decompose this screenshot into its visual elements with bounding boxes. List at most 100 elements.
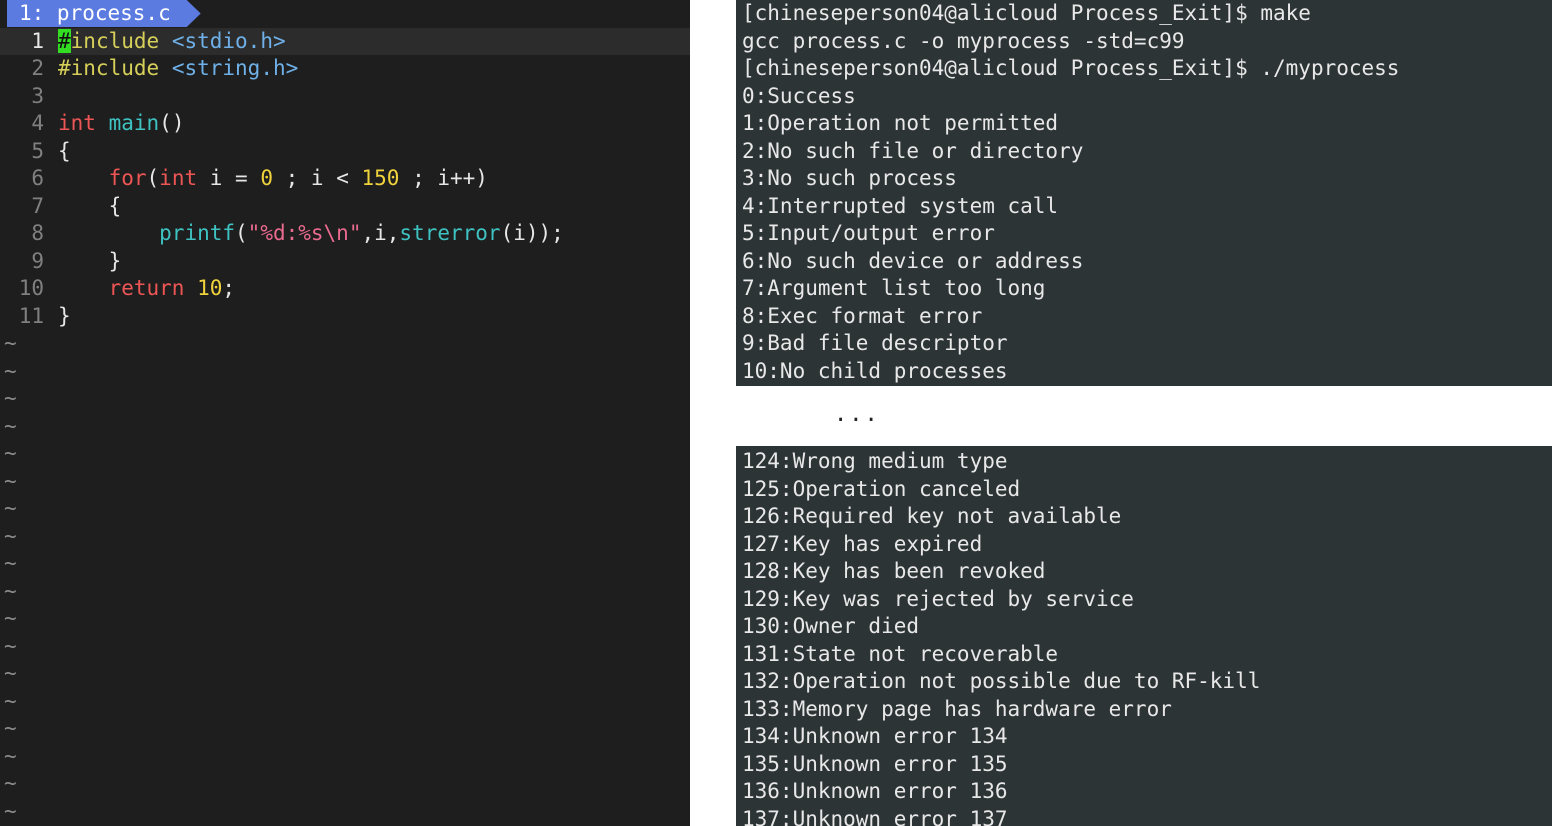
vim-editor-pane[interactable]: 1: process.c 1 #include <stdio.h> 2 #includ… — [0, 0, 690, 826]
empty-line-marker: ~ — [4, 358, 17, 383]
text-cursor: # — [58, 28, 71, 53]
vim-tabline: 1: process.c — [0, 0, 690, 27]
empty-line: ~ — [0, 798, 690, 826]
terminal-line: gcc process.c -o myprocess -std=c99 — [742, 28, 1185, 53]
code-text: } — [58, 303, 71, 331]
code-text: int main() — [58, 110, 184, 138]
terminal-line: 6:No such device or address — [742, 248, 1084, 273]
line-number: 8 — [31, 221, 44, 245]
empty-line: ~ — [0, 743, 690, 771]
empty-line-marker: ~ — [4, 523, 17, 548]
terminal-output-top[interactable]: [chineseperson04@alicloud Process_Exit]$… — [736, 0, 1552, 386]
empty-line-marker: ~ — [4, 743, 17, 768]
line-number: 9 — [31, 248, 44, 273]
code-token: (i)); — [500, 221, 564, 245]
empty-line-marker: ~ — [4, 771, 17, 795]
code-text: for(int i = 0 ; i < 150 ; i++) — [58, 165, 488, 193]
code-area[interactable]: 1 #include <stdio.h> 2 #include <string.h> 3… — [0, 27, 690, 826]
empty-line: ~ — [0, 715, 690, 743]
code-token: int — [58, 111, 96, 135]
terminal-line: 136:Unknown error 136 — [742, 779, 1008, 803]
terminal-line: 135:Unknown error 135 — [742, 751, 1008, 776]
code-line[interactable]: 10 return 10; — [0, 275, 690, 303]
terminal-line: 129:Key was rejected by service — [742, 586, 1134, 611]
code-line[interactable]: 5{ — [0, 138, 690, 166]
code-text: #include <stdio.h> — [58, 28, 286, 56]
line-number: 2 — [31, 56, 44, 80]
empty-line: ~ — [0, 605, 690, 633]
code-line[interactable]: 4 int main() — [0, 110, 690, 138]
empty-line: ~ — [0, 358, 690, 386]
empty-line: ~ — [0, 495, 690, 523]
code-token: 0 — [260, 166, 273, 190]
terminal-line: [chineseperson04@alicloud Process_Exit]$… — [742, 1, 1311, 25]
empty-line: ~ — [0, 633, 690, 661]
line-number: 10 — [18, 276, 44, 300]
code-line[interactable]: 8 printf("%d:%s\n",i,strerror(i)); — [0, 220, 690, 248]
ellipsis-separator: ... — [834, 402, 880, 427]
code-token: printf — [159, 221, 236, 245]
code-line[interactable]: 1 #include <stdio.h> — [0, 27, 690, 56]
code-token: ( — [146, 166, 160, 190]
code-token: include — [70, 28, 160, 53]
code-token: 150 — [361, 166, 400, 190]
line-number: 11 — [18, 303, 44, 328]
code-line[interactable]: 9 } — [0, 248, 690, 276]
code-token: i = — [197, 166, 261, 190]
terminal-line: 126:Required key not available — [742, 504, 1122, 528]
empty-line-marker: ~ — [4, 606, 17, 630]
terminal-line: 125:Operation canceled — [742, 476, 1021, 501]
empty-line-marker: ~ — [4, 633, 17, 658]
code-token: #include — [58, 56, 160, 80]
code-token: } — [58, 303, 71, 328]
code-token: <string.h> — [171, 56, 299, 80]
line-number: 1 — [31, 28, 44, 53]
terminal-line: 134:Unknown error 134 — [742, 724, 1008, 748]
line-number: 5 — [31, 138, 44, 163]
code-line[interactable]: 3 — [0, 83, 690, 111]
empty-line: ~ — [0, 330, 690, 358]
code-token: main — [108, 111, 160, 135]
terminal-line: 130:Owner died — [742, 614, 920, 638]
empty-line: ~ — [0, 770, 690, 798]
code-line[interactable]: 6 for(int i = 0 ; i < 150 ; i++) — [0, 165, 690, 193]
terminal-line: 9:Bad file descriptor — [742, 331, 1008, 355]
line-number: 3 — [31, 83, 44, 108]
code-text: #include <string.h> — [58, 55, 298, 83]
terminal-line: 0:Success — [742, 83, 856, 108]
terminal-line: 127:Key has expired — [742, 531, 983, 556]
empty-line-marker: ~ — [4, 468, 17, 493]
code-token: ; i < — [272, 166, 362, 190]
tab-process-c[interactable]: 1: process.c — [7, 0, 201, 27]
code-text: { — [58, 138, 71, 166]
code-token: { — [58, 193, 122, 218]
empty-line: ~ — [0, 468, 690, 496]
code-text: } — [58, 248, 122, 276]
terminal-line: 10:No child processes — [742, 358, 1008, 383]
code-token: ; i++) — [399, 166, 488, 190]
terminal-output-bottom[interactable]: 124:Wrong medium type 125:Operation cance… — [736, 446, 1552, 826]
empty-line-marker: ~ — [4, 661, 17, 685]
empty-line: ~ — [0, 660, 690, 688]
empty-line-marker: ~ — [4, 413, 17, 438]
terminal-line: 132:Operation not possible due to RF-kil… — [742, 669, 1261, 693]
code-text: printf("%d:%s\n",i,strerror(i)); — [58, 220, 564, 248]
code-token: () — [159, 111, 185, 135]
code-line[interactable]: 11} — [0, 303, 690, 331]
terminal-line: 124:Wrong medium type — [742, 449, 1008, 473]
terminal-line: [chineseperson04@alicloud Process_Exit]$… — [742, 56, 1400, 80]
code-token: "%d:%s\n" — [247, 221, 362, 245]
empty-line-marker: ~ — [4, 578, 17, 603]
code-line[interactable]: 2 #include <string.h> — [0, 55, 690, 83]
code-text: return 10; — [58, 275, 235, 303]
code-token: <stdio.h> — [171, 28, 286, 53]
terminal-line: 137:Unknown error 137 — [742, 806, 1008, 826]
empty-line-marker: ~ — [4, 551, 17, 575]
terminal-line: 5:Input/output error — [742, 221, 995, 245]
code-line[interactable]: 7 { — [0, 193, 690, 221]
empty-line: ~ — [0, 385, 690, 413]
